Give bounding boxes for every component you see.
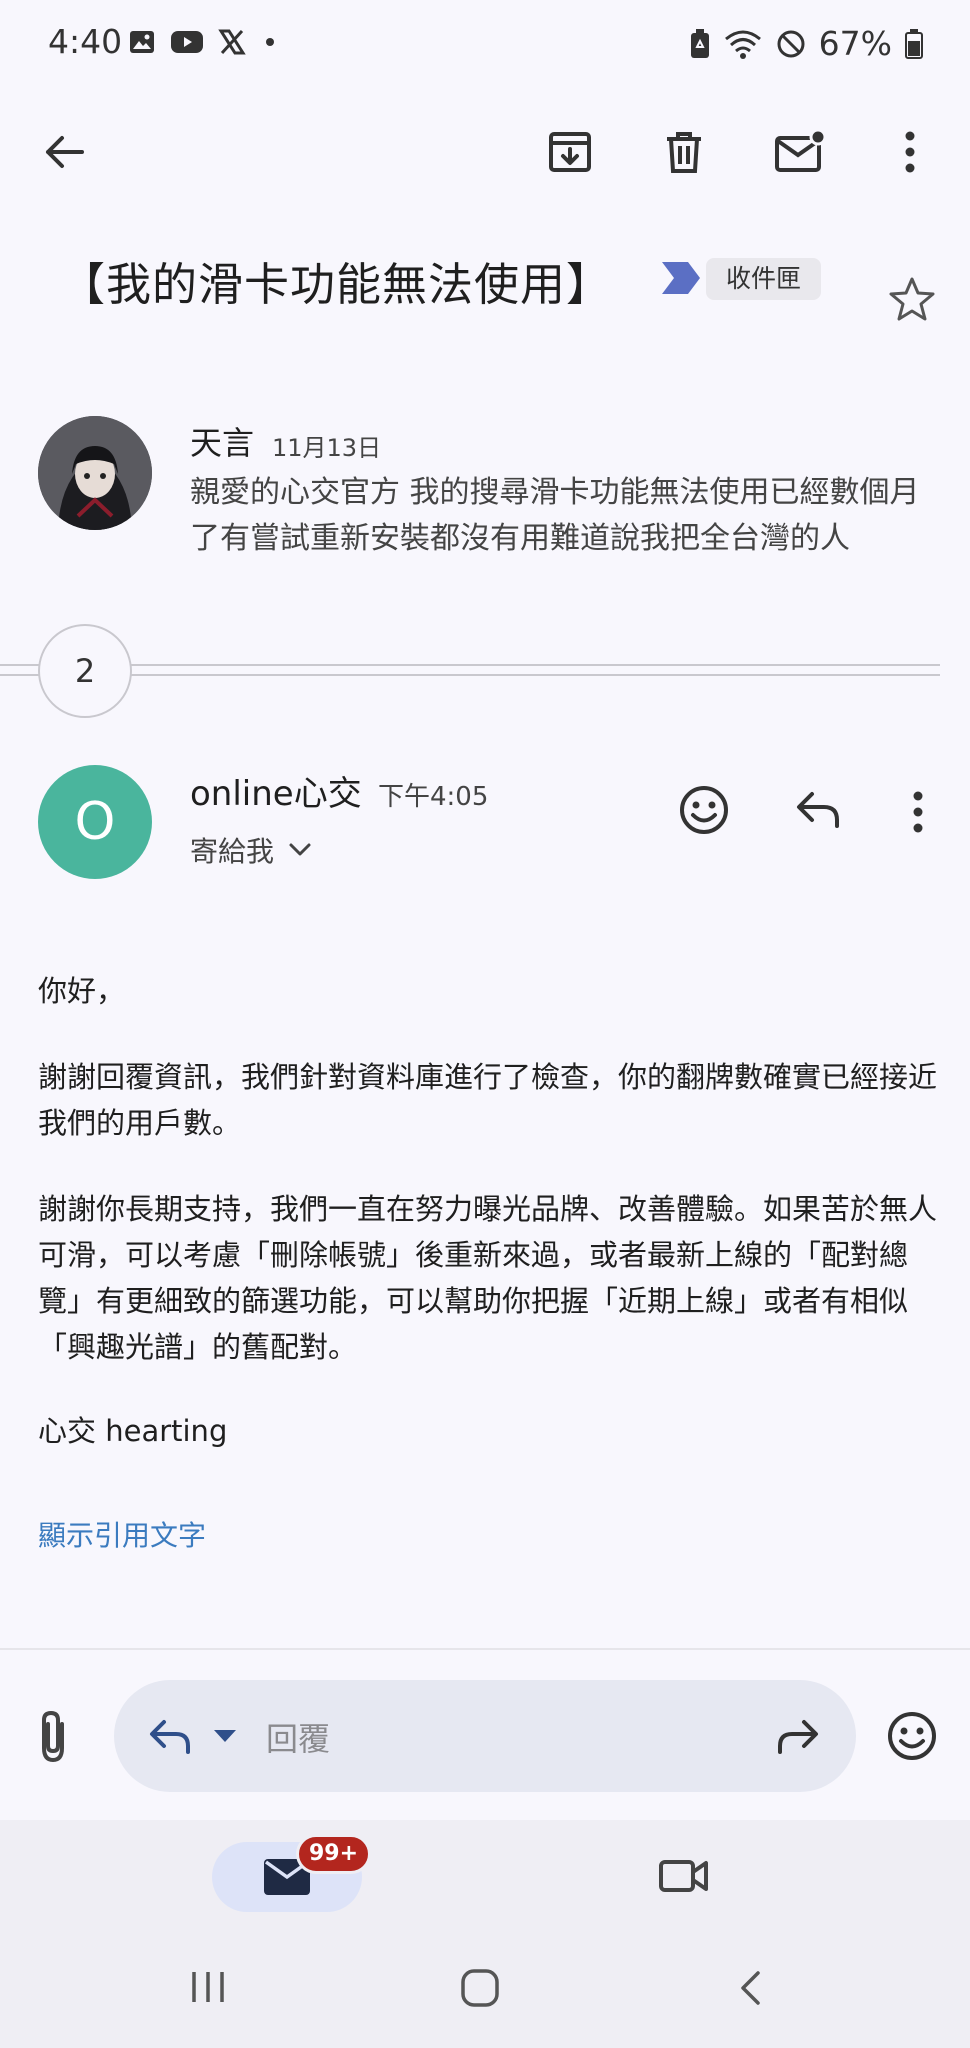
sender-avatar[interactable] (38, 416, 152, 530)
mark-unread-button[interactable] (768, 120, 832, 184)
battery-percent: 67% (818, 24, 892, 63)
gallery-icon (128, 28, 156, 56)
sender-avatar[interactable]: O (38, 765, 152, 879)
attach-button[interactable] (34, 1710, 72, 1764)
delete-button[interactable] (652, 120, 716, 184)
message-more-button[interactable] (910, 790, 926, 834)
second-message-time: 下午4:05 (378, 782, 489, 812)
reply-bar-divider (0, 1648, 970, 1650)
video-camera-icon (658, 1856, 710, 1896)
reply-type-icon[interactable] (146, 1716, 194, 1756)
reply-icon (794, 788, 842, 832)
dot-icon (260, 32, 280, 52)
youtube-icon (170, 29, 204, 55)
star-icon[interactable] (888, 276, 936, 322)
second-message-sender: online心交 (190, 774, 362, 814)
thread-divider-line (0, 674, 940, 676)
more-vert-icon (910, 790, 926, 834)
collapsed-messages-count[interactable]: 2 (38, 624, 132, 718)
wifi-icon (723, 28, 763, 60)
reply-emoji-button[interactable] (886, 1710, 938, 1762)
body-signature: 心交 hearting (38, 1414, 228, 1448)
recipient-label: 寄給我 (190, 835, 275, 868)
thread-divider-line (0, 664, 940, 666)
archive-icon (547, 129, 593, 175)
back-button[interactable] (32, 120, 96, 184)
recent-apps-button[interactable] (190, 1970, 226, 2004)
unread-badge: 99+ (296, 1834, 372, 1874)
system-back-button[interactable] (738, 1970, 762, 2006)
emoji-icon (886, 1710, 938, 1762)
reply-button[interactable] (794, 788, 842, 832)
x-icon (218, 28, 246, 56)
forward-button[interactable] (774, 1716, 822, 1756)
status-time: 4:40 (48, 22, 123, 61)
bottom-navigation (0, 1820, 970, 2048)
recent-apps-icon (190, 1970, 226, 2004)
home-button[interactable] (460, 1968, 500, 2008)
home-icon (460, 1968, 500, 2008)
battery-saver-icon (689, 28, 711, 60)
recipient-details-toggle[interactable]: 寄給我 (190, 830, 312, 870)
paperclip-icon (34, 1710, 72, 1764)
body-paragraph: 謝謝你長期支持，我們一直在努力曝光品牌、改善體驗。如果苦於無人可滑，可以考慮「刪… (38, 1192, 938, 1364)
chevron-down-icon (288, 842, 312, 858)
system-back-icon (738, 1970, 762, 2006)
caret-down-icon[interactable] (212, 1728, 238, 1744)
importance-marker-icon[interactable] (660, 260, 702, 296)
do-not-disturb-icon (775, 28, 807, 60)
status-left-icons (128, 28, 280, 56)
first-message-sender: 天言 (190, 424, 255, 462)
nav-meet-tab[interactable] (658, 1856, 710, 1896)
delete-icon (661, 129, 707, 175)
forward-icon (774, 1716, 822, 1756)
status-right-icons: 67% (689, 24, 924, 63)
email-subject: 【我的滑卡功能無法使用】 (60, 258, 613, 311)
more-options-button[interactable] (878, 120, 942, 184)
first-message-snippet[interactable]: 親愛的心交官方 我的搜尋滑卡功能無法使用已經數個月了有嘗試重新安裝都沒有用難道說… (190, 470, 930, 562)
more-vert-icon (902, 130, 918, 174)
mark-unread-icon (774, 129, 826, 175)
avatar-letter: O (74, 792, 116, 852)
back-arrow-icon (42, 130, 86, 174)
first-message-date: 11月13日 (272, 434, 382, 462)
battery-icon (904, 28, 924, 60)
reply-placeholder: 回覆 (266, 1720, 331, 1758)
show-quoted-text-link[interactable]: 顯示引用文字 (38, 1514, 206, 1554)
inbox-label[interactable]: 收件匣 (706, 258, 822, 300)
add-reaction-button[interactable] (678, 784, 730, 836)
archive-button[interactable] (538, 120, 602, 184)
body-paragraph: 你好， (38, 974, 126, 1008)
body-paragraph: 謝謝回覆資訊，我們針對資料庫進行了檢查，你的翻牌數確實已經接近我們的用戶數。 (38, 1060, 938, 1140)
emoji-icon (678, 784, 730, 836)
